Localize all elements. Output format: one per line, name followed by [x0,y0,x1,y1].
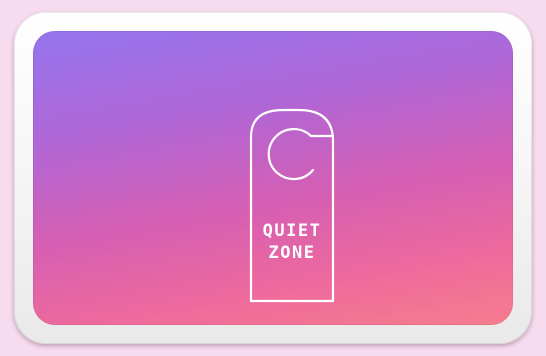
image-canvas: QUIET ZONE [0,0,546,356]
sign-text-line2: ZONE [268,243,316,263]
sign-text-line1: QUIET [262,221,322,241]
gradient-panel: QUIET ZONE [33,31,513,325]
door-hanger-outline [249,108,335,303]
door-hanger-icon: QUIET ZONE [247,107,337,311]
rounded-frame: QUIET ZONE [14,12,532,344]
